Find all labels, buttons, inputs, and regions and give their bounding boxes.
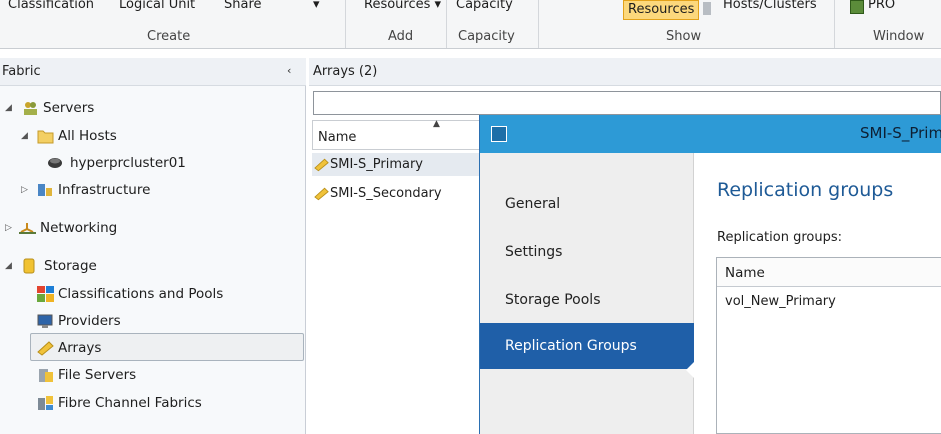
servers-icon <box>22 100 39 116</box>
networking-icon <box>19 220 36 236</box>
arrays-icon <box>37 340 54 356</box>
tree-item-hyperprcluster01[interactable]: hyperprcluster01 <box>0 151 300 175</box>
dialog-window-icon[interactable] <box>491 126 507 142</box>
array-icon <box>314 157 329 180</box>
replication-groups-label: Replication groups: <box>717 230 842 245</box>
tree-item-storage[interactable]: ◢ Storage <box>0 254 300 278</box>
ribbon-separator <box>834 0 835 48</box>
hosts-clusters-icon <box>703 2 711 15</box>
table-row[interactable]: vol_New_Primary <box>725 294 836 309</box>
arrays-title: Arrays (2) <box>313 64 378 79</box>
search-input[interactable] <box>313 91 941 115</box>
arrays-pane-header: Arrays (2) <box>309 58 941 86</box>
tree-item-label: Fibre Channel Fabrics <box>58 395 202 411</box>
tree-item-networking[interactable]: ▷ Networking <box>0 216 300 240</box>
tree-item-label: All Hosts <box>58 128 117 144</box>
nav-item-replication-groups[interactable]: Replication Groups <box>480 323 694 369</box>
array-name: SMI-S_Secondary <box>330 186 442 201</box>
ribbon-classification-button[interactable]: Classification <box>8 0 94 12</box>
folder-icon <box>37 128 54 144</box>
tree-item-label: Classifications and Pools <box>58 286 224 302</box>
infrastructure-icon <box>37 182 54 198</box>
providers-icon <box>37 313 54 329</box>
tree-item-infrastructure[interactable]: ▷ Infrastructure <box>0 178 300 202</box>
table-row[interactable]: SMI-S_Secondary <box>312 182 480 205</box>
ribbon-hosts-clusters-button[interactable]: Hosts/Clusters <box>723 0 817 12</box>
tree-item-all-hosts[interactable]: ◢ All Hosts <box>0 124 300 148</box>
tree-item-label: Providers <box>58 313 121 329</box>
file-servers-icon <box>37 367 54 383</box>
fibre-channel-icon <box>37 395 54 411</box>
properties-dialog: SMI-S_Primary General Settings Storage P… <box>479 115 941 434</box>
expanded-arrow-icon[interactable]: ◢ <box>5 96 15 120</box>
dialog-content: Replication groups Replication groups: N… <box>694 153 941 434</box>
array-icon <box>314 186 329 209</box>
tree-item-fibre-channel-fabrics[interactable]: Fibre Channel Fabrics <box>0 391 300 415</box>
storage-icon <box>21 258 38 274</box>
tree-item-classifications-and-pools[interactable]: Classifications and Pools <box>0 282 300 306</box>
ribbon-logical-unit-button[interactable]: Logical Unit <box>119 0 195 12</box>
expanded-arrow-icon[interactable]: ◢ <box>5 254 15 278</box>
expanded-arrow-icon[interactable]: ◢ <box>21 124 31 148</box>
table-row[interactable]: SMI-S_Primary <box>312 153 480 176</box>
ribbon-capacity-button[interactable]: Capacity <box>456 0 513 12</box>
tree-item-label: File Servers <box>58 367 137 383</box>
ribbon-group-window: Window <box>873 29 925 44</box>
fabric-pane-header: Fabric ‹ <box>0 58 306 86</box>
dialog-navigation: General Settings Storage Pools Replicati… <box>480 153 695 434</box>
tree-item-label: Arrays <box>58 340 102 356</box>
tree-item-label: Infrastructure <box>58 182 151 198</box>
column-header-name[interactable]: Name ▲ <box>312 119 480 150</box>
dialog-title: SMI-S_Primary <box>860 124 941 142</box>
tree-item-file-servers[interactable]: File Servers <box>0 363 300 387</box>
tree-item-providers[interactable]: Providers <box>0 309 300 333</box>
nav-item-settings[interactable]: Settings <box>480 229 694 275</box>
ribbon-group-capacity: Capacity <box>458 29 515 44</box>
cluster-icon <box>47 155 64 171</box>
tree-item-label: Storage <box>44 258 97 274</box>
dialog-title-bar[interactable]: SMI-S_Primary <box>480 115 941 153</box>
ribbon-pro-button[interactable]: PRO <box>868 0 895 12</box>
ribbon-group-show: Show <box>666 29 702 44</box>
ribbon-group-create: Create <box>147 29 191 44</box>
fabric-title: Fabric <box>2 64 41 79</box>
nav-item-storage-pools[interactable]: Storage Pools <box>480 277 694 323</box>
nav-item-general[interactable]: General <box>480 181 694 227</box>
tree-item-servers[interactable]: ◢ Servers <box>0 96 300 120</box>
tree-item-arrays[interactable]: Arrays <box>0 336 300 360</box>
ribbon-separator <box>538 0 539 48</box>
pro-icon <box>850 0 864 14</box>
column-header-label: Name <box>318 130 357 145</box>
column-header-name[interactable]: Name <box>717 258 941 287</box>
tree-item-label: Networking <box>40 220 118 236</box>
ribbon: Classification Logical Unit Share ▾ Crea… <box>0 0 941 49</box>
ribbon-resources-toggle-button[interactable]: Resources <box>623 0 700 20</box>
replication-groups-grid[interactable]: Name vol_New_Primary <box>716 257 941 434</box>
collapsed-arrow-icon[interactable]: ▷ <box>21 178 31 202</box>
ribbon-group-add: Add <box>388 29 414 44</box>
collapsed-arrow-icon[interactable]: ▷ <box>5 216 15 240</box>
ribbon-share-button[interactable]: Share <box>224 0 262 12</box>
tree-item-label: Servers <box>43 100 95 116</box>
collapse-pane-button[interactable]: ‹ <box>287 64 291 77</box>
ribbon-resources-dropdown[interactable]: Resources ▾ <box>364 0 441 12</box>
tree-item-label: hyperprcluster01 <box>70 155 186 171</box>
array-name: SMI-S_Primary <box>330 157 423 172</box>
ribbon-separator <box>345 0 346 48</box>
column-header-label: Name <box>725 265 765 281</box>
classifications-icon <box>37 286 54 302</box>
ribbon-create-dropdown-arrow[interactable]: ▾ <box>313 0 320 12</box>
sort-ascending-icon: ▲ <box>433 119 440 129</box>
section-heading: Replication groups <box>717 179 894 201</box>
ribbon-separator <box>446 0 447 48</box>
